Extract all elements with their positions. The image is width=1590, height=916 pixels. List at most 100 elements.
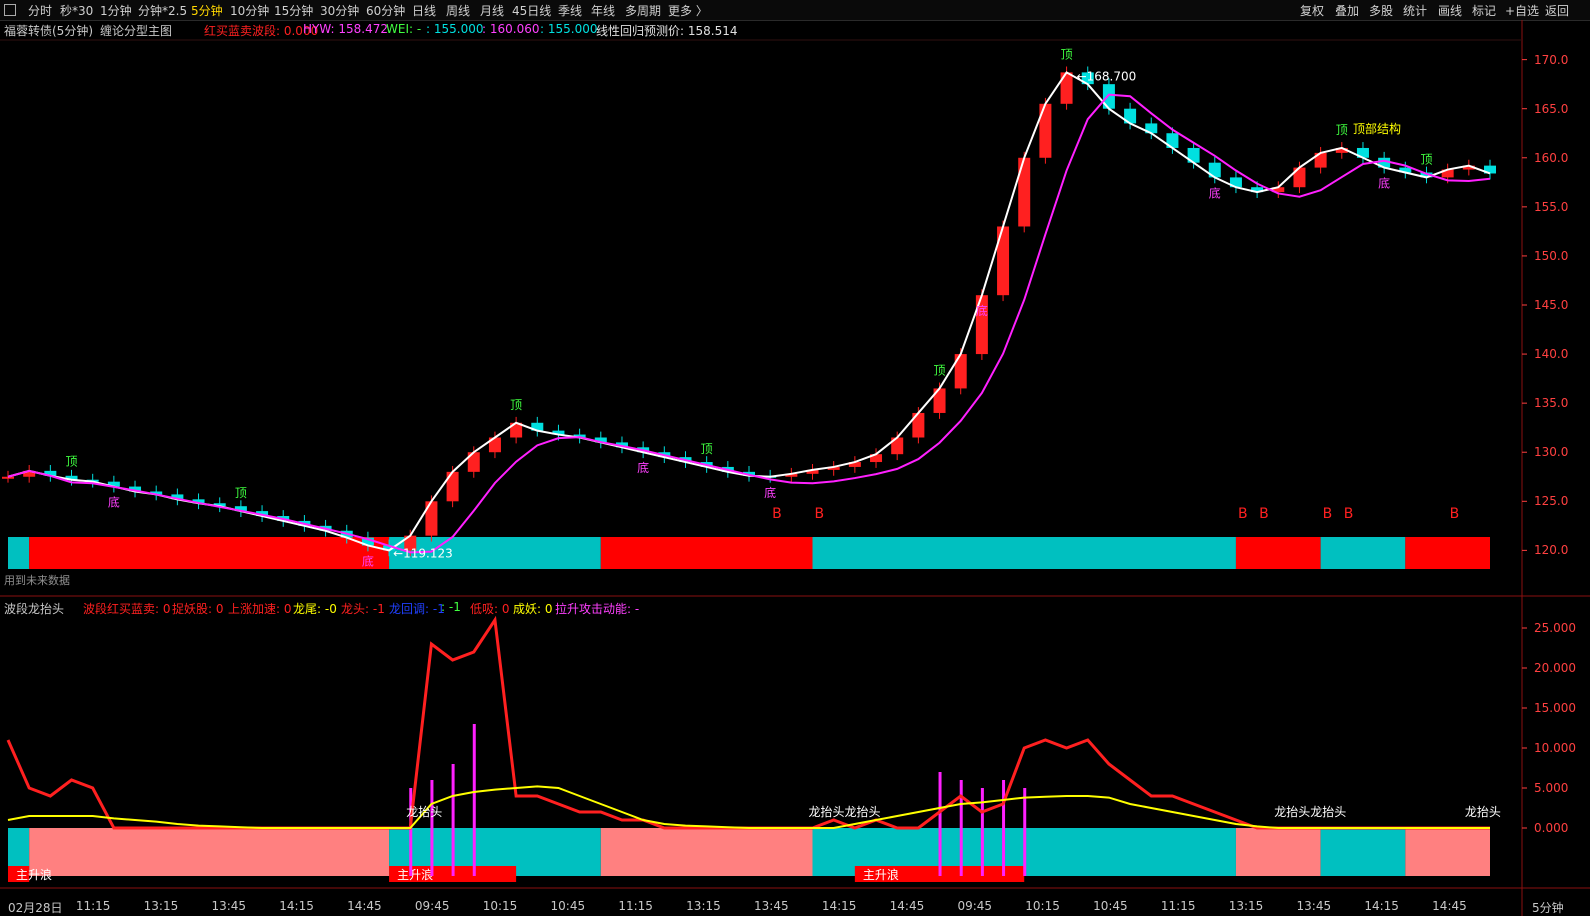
main-indicator-value-2: WEI: - [386,22,422,36]
zhushenglang-label: 主升浪 [16,867,52,882]
buy-marker: B [1450,506,1460,522]
signal-band [1405,537,1490,569]
sub-signal-band [29,828,390,876]
longtaitou-label: 龙抬头 [406,805,442,819]
sub-indicator-value-3: 龙尾: -0 [293,602,337,616]
sub-indicator-value-2: 上涨加速: 0 [228,602,292,616]
pattern-label: 顶部结构 [1353,121,1401,136]
series-line-龙头 [6,615,1490,830]
future-data-note: 用到未来数据 [4,574,70,587]
time-tick-label: 14:15 [279,899,314,913]
main-chart: 顶顶顶顶顶顶顶顶底底底底底底底B B B B B B B←168.700←119.123顶部… [0,20,1590,916]
top-marker: 顶 [1336,123,1348,137]
time-tick-label: 14:45 [889,899,925,913]
time-tick-label: 13:15 [686,899,721,913]
main-y-tick-label: 155.0 [1534,199,1569,214]
candle-body [2,476,14,479]
main-y-tick-label: 145.0 [1534,298,1569,312]
sub-indicator-value-4: 龙头: -1 [341,602,385,616]
main-indicator-value-1: HYW: 158.472 [303,22,388,36]
main-indicator-value-5: : 155.000 [540,22,598,36]
time-tick-label: 14:15 [821,899,857,913]
time-tick-label: 13:15 [1228,899,1264,913]
sub-indicator-value-1: 捉妖股: 0 [172,602,224,616]
sub-indicator-name[interactable]: 波段龙抬头 [4,600,64,617]
sub-indicator-value-6: : -1 [441,600,461,614]
main-y-tick-label: 130.0 [1534,445,1569,460]
main-y-tick-label: 135.0 [1534,396,1569,411]
time-tick-label: 13:15 [143,899,179,913]
signal-band [8,537,30,569]
zhushenglang-label: 主升浪 [863,867,899,882]
time-tick-label: 09:45 [414,899,450,913]
sub-indicator-value-5: 龙回调: -1 [389,602,445,616]
main-y-tick-label: 140.0 [1534,347,1569,362]
top-marker: 顶 [66,455,78,469]
buy-marker: B [1344,506,1354,522]
main-y-tick-label: 125.0 [1534,494,1569,509]
longtaitou-label: 龙抬头 [1465,805,1501,819]
sub-y-tick-label: 20.000 [1534,661,1576,675]
momentum-bar [1023,788,1027,876]
time-tick-label: 13:45 [211,899,247,913]
bottom-marker: 底 [108,495,120,510]
low-price-label: ←119.123 [393,546,453,560]
bottom-marker: 底 [637,460,649,475]
momentum-bar [430,780,434,876]
momentum-bar [1002,780,1006,876]
series-line-龙尾 [7,785,1490,829]
sub-signal-band [1235,828,1321,876]
buy-marker: B [1238,506,1248,522]
time-tick-label: 13:45 [754,899,789,913]
main-y-tick-label: 165.0 [1534,101,1569,116]
momentum-bar [409,788,413,876]
bottom-marker: 底 [976,303,988,318]
main-indicator-value-4: : 160.060 [482,22,540,36]
sub-indicator-value-8: 成妖: 0 [513,602,553,616]
sub-indicator-value-0: 波段红买蓝卖: 0 [83,602,171,616]
trend-line [7,93,1491,554]
time-tick-label: 09:45 [957,899,993,913]
indicator-name[interactable]: 缠论分型主图 [100,22,172,39]
sub-y-tick-label: 10.000 [1534,741,1576,755]
sub-signal-band [1405,828,1490,876]
time-tick-label: 10:45 [1093,899,1128,913]
momentum-bar [980,788,984,876]
time-tick-label: 10:45 [550,899,586,913]
main-indicator-value-0: 红买蓝卖波段: 0.000 [204,24,319,38]
signal-band [1320,537,1406,569]
time-tick-label: 13:45 [1296,899,1332,913]
top-marker: 顶 [510,398,522,412]
signal-band [600,537,813,569]
top-marker: 顶 [701,442,713,456]
security-name: 福蓉转债(5分钟) [4,24,93,38]
momentum-bar [938,772,942,876]
sub-y-tick-label: 25.000 [1534,621,1576,635]
buy-marker: B [1323,506,1333,522]
main-y-tick-label: 120.0 [1534,543,1569,558]
momentum-bar [959,780,963,876]
top-marker: 顶 [235,486,247,500]
time-tick-label: 11:15 [618,899,653,913]
bottom-marker: 底 [764,485,776,500]
bottom-marker: 底 [1209,185,1221,200]
sub-y-tick-label: 15.000 [1534,701,1576,715]
high-price-label: ←168.700 [1077,69,1137,83]
sub-y-tick-label: 5.000 [1534,781,1569,795]
sub-y-tick-label: 0.000 [1534,821,1569,835]
time-tick-label: 14:15 [1364,899,1399,913]
time-tick-label: 14:45 [347,899,382,913]
bottom-marker: 底 [362,553,374,568]
time-tick-label: 11:15 [1160,899,1196,913]
period-indicator: 5分钟 [1532,901,1564,915]
main-y-tick-label: 150.0 [1534,248,1569,263]
buy-marker: B [1259,506,1269,522]
sub-indicator-value-7: 低吸: 0 [470,602,510,616]
time-tick-label: 14:45 [1432,899,1467,913]
time-tick-label: 10:15 [1025,899,1060,913]
buy-marker: B [815,506,825,522]
top-marker: 顶 [1420,152,1432,166]
main-y-tick-label: 160.0 [1534,150,1569,165]
longtaitou-label: 龙抬头龙抬头 [1274,805,1346,819]
sub-indicator-value-9: 拉升攻击动能: - [555,602,640,616]
